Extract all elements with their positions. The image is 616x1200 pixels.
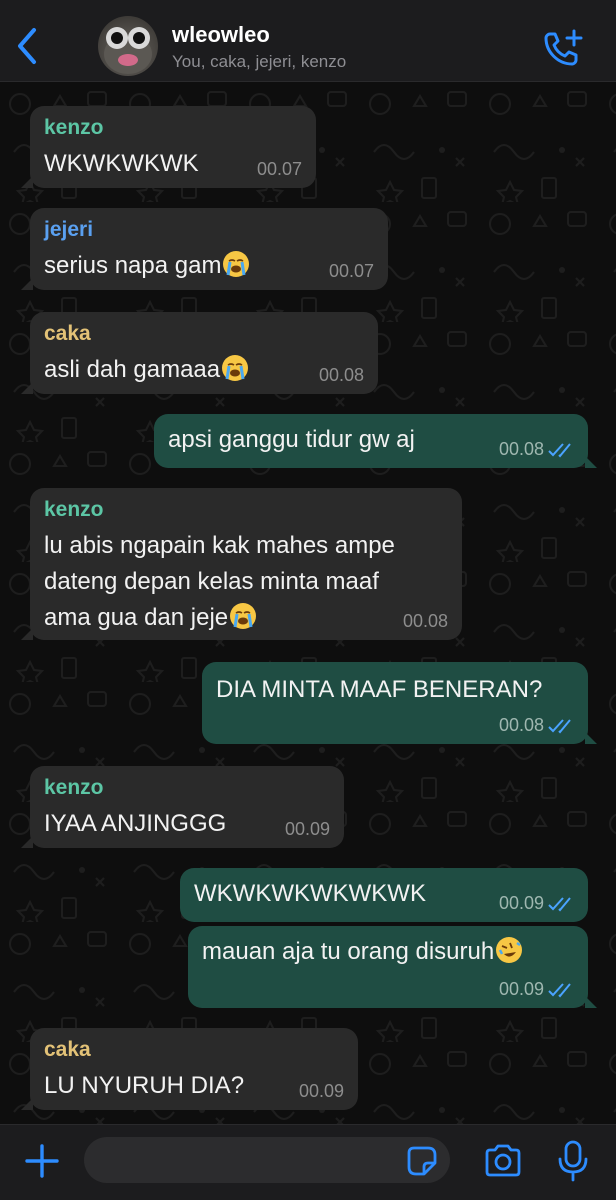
camera-icon bbox=[485, 1144, 521, 1177]
message-bubble[interactable]: WKWKWKWKWKWK 00.09 bbox=[180, 868, 588, 922]
message-time: 00.09 bbox=[498, 979, 544, 999]
message-bubble[interactable]: apsi ganggu tidur gw aj 00.08 bbox=[154, 414, 597, 468]
message-bubble[interactable]: caka asli dah gamaaa 00.08 bbox=[21, 312, 378, 394]
message-bubble[interactable]: caka LU NYURUH DIA? 00.09 bbox=[21, 1028, 358, 1110]
phone-plus-icon bbox=[544, 29, 583, 66]
message-time: 00.08 bbox=[498, 439, 544, 459]
plus-icon bbox=[25, 1144, 59, 1178]
sender-name: kenzo bbox=[44, 116, 104, 139]
back-button[interactable] bbox=[10, 26, 44, 66]
message-time: 00.09 bbox=[298, 1081, 344, 1101]
microphone-button[interactable] bbox=[556, 1139, 590, 1183]
microphone-icon bbox=[558, 1140, 588, 1182]
camera-button[interactable] bbox=[482, 1143, 524, 1179]
chat-header: wleowleo You, caka, jejeri, kenzo bbox=[0, 0, 616, 82]
message-text: asli dah gamaaa bbox=[44, 356, 221, 383]
sticker-button[interactable] bbox=[406, 1145, 438, 1177]
group-members[interactable]: You, caka, jejeri, kenzo bbox=[172, 52, 346, 72]
message-bubble[interactable]: DIA MINTA MAAF BENERAN? 00.08 bbox=[202, 662, 597, 744]
sender-name: jejeri bbox=[44, 218, 94, 241]
message-time: 00.08 bbox=[318, 365, 364, 385]
chat-area[interactable]: kenzo WKWKWKWK 00.07 jejeri serius napa … bbox=[0, 82, 616, 1124]
message-time: 00.09 bbox=[498, 893, 544, 913]
read-receipt-icon bbox=[548, 443, 571, 458]
message-text: DIA MINTA MAAF BENERAN? bbox=[216, 676, 543, 703]
message-bubble[interactable]: mauan aja tu orang disuruh 00.09 bbox=[188, 926, 597, 1008]
message-input-bar bbox=[0, 1124, 616, 1200]
sender-name: kenzo bbox=[44, 498, 104, 521]
message-bubble[interactable]: kenzo lu abis ngapain kak mahes ampe dat… bbox=[21, 488, 462, 640]
message-input[interactable] bbox=[84, 1137, 450, 1183]
sticker-icon bbox=[407, 1146, 437, 1176]
loudly-crying-face-icon bbox=[222, 355, 249, 381]
message-time: 00.07 bbox=[328, 261, 374, 281]
loudly-crying-face-icon bbox=[230, 603, 257, 629]
message-bubble[interactable]: jejeri serius napa gam 00.07 bbox=[21, 208, 388, 290]
sender-name: caka bbox=[44, 322, 91, 345]
group-avatar[interactable] bbox=[98, 16, 158, 76]
group-name[interactable]: wleowleo bbox=[172, 22, 270, 48]
message-bubble[interactable]: kenzo WKWKWKWK 00.07 bbox=[21, 106, 316, 188]
attach-button[interactable] bbox=[22, 1141, 62, 1181]
read-receipt-icon bbox=[548, 719, 571, 734]
message-bubble[interactable]: kenzo IYAA ANJINGGG 00.09 bbox=[21, 766, 344, 848]
read-receipt-icon bbox=[548, 983, 571, 998]
message-time: 00.08 bbox=[498, 715, 544, 735]
chevron-left-icon bbox=[18, 28, 36, 64]
message-text: lu abis ngapain kak mahes ampe dateng de… bbox=[44, 532, 395, 631]
sender-name: kenzo bbox=[44, 776, 104, 799]
add-call-button[interactable] bbox=[542, 28, 586, 68]
sender-name: caka bbox=[44, 1038, 91, 1061]
rolling-on-floor-laughing-icon bbox=[496, 937, 523, 963]
message-time: 00.08 bbox=[402, 611, 448, 631]
message-text: serius napa gam bbox=[44, 252, 222, 279]
message-time: 00.09 bbox=[284, 819, 330, 839]
loudly-crying-face-icon bbox=[223, 251, 250, 277]
read-receipt-icon bbox=[548, 897, 571, 912]
message-text: mauan aja tu orang disuruh bbox=[202, 938, 495, 965]
message-time: 00.07 bbox=[256, 159, 302, 179]
